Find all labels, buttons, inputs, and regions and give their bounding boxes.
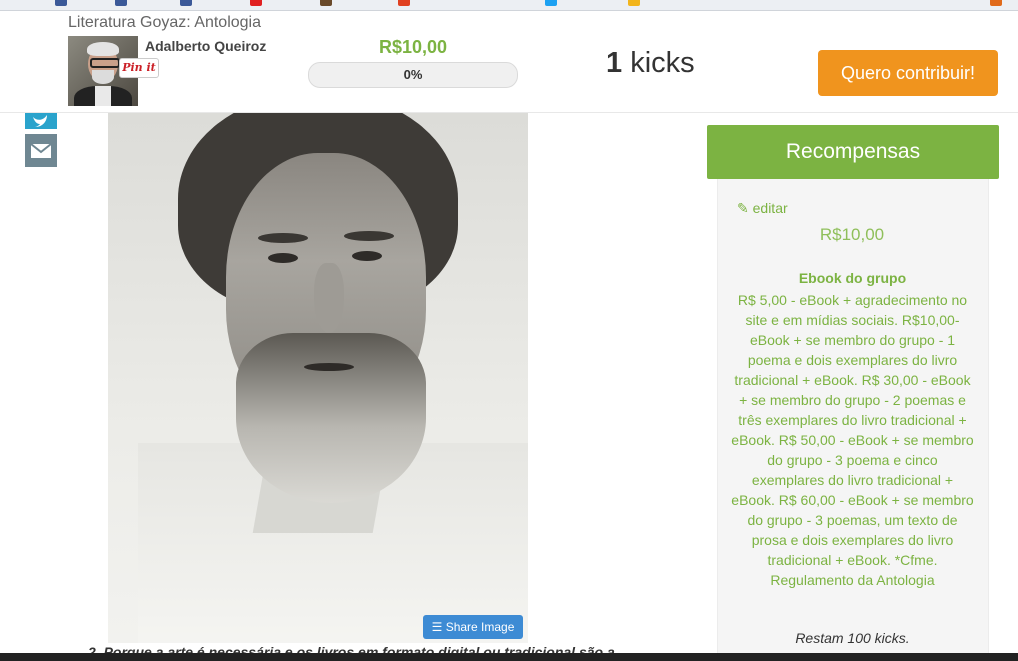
reward-title: Ebook do grupo [798, 270, 907, 286]
pencil-icon: ✎ [737, 200, 749, 216]
pin-it-button[interactable]: Pin it [119, 58, 159, 78]
creator-name[interactable]: Adalberto Queiroz [145, 38, 266, 54]
facebook-icon[interactable] [55, 0, 67, 6]
contribute-button[interactable]: Quero contribuir! [818, 50, 998, 96]
bookmark-icon[interactable] [990, 0, 1002, 6]
twitter-icon[interactable] [25, 113, 57, 129]
reward-amount: R$10,00 [819, 225, 885, 244]
project-image[interactable] [108, 113, 528, 643]
bookmark-icon[interactable] [628, 0, 640, 6]
twitter-icon[interactable] [545, 0, 557, 6]
project-header: Literatura Goyaz: Antologia Pin it Adalb… [0, 11, 1018, 113]
reward-remaining: Restam 100 kicks. [795, 630, 910, 646]
edit-label: editar [752, 200, 788, 216]
rewards-header: Recompensas [707, 125, 999, 179]
mail-icon[interactable] [25, 134, 57, 167]
bookmark-icon[interactable] [250, 0, 262, 6]
edit-link[interactable]: ✎ editar [737, 200, 788, 217]
progress-percent: 0% [403, 67, 423, 82]
facebook-icon[interactable] [115, 0, 127, 6]
kicks-count: 1 [606, 47, 623, 79]
share-image-button[interactable]: ☰ Share Image [423, 615, 523, 639]
funding-progress-bar: 0% [308, 62, 518, 88]
bookmark-icon[interactable] [398, 0, 410, 6]
bookmark-icon[interactable] [320, 0, 332, 6]
facebook-icon[interactable] [180, 0, 192, 6]
layers-icon: ☰ [431, 620, 443, 634]
kicks-counter: 1 kicks [606, 47, 695, 80]
status-bar [0, 653, 1018, 661]
bookmarks-bar [0, 0, 1018, 11]
raised-amount: R$10,00 [378, 37, 448, 57]
project-title[interactable]: Literatura Goyaz: Antologia [68, 14, 261, 32]
reward-description: R$ 5,00 - eBook + agradecimento no site … [731, 292, 974, 588]
share-image-label: Share Image [445, 620, 515, 634]
kicks-label: kicks [630, 47, 695, 79]
